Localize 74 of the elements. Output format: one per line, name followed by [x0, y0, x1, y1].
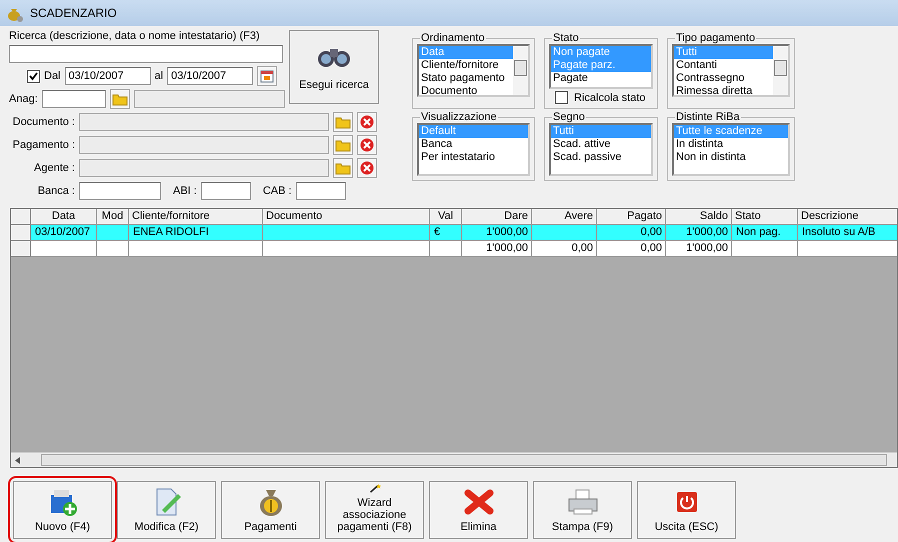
table-cell	[430, 241, 462, 257]
list-item[interactable]: Pagate	[551, 72, 651, 85]
date-from-field[interactable]: 03/10/2007	[64, 67, 151, 85]
list-item[interactable]: Rimessa diretta	[674, 85, 773, 95]
calendar-button[interactable]	[257, 66, 278, 86]
date-to-label: al	[154, 70, 164, 82]
group-title: Ordinamento	[420, 32, 486, 44]
toolbar-button[interactable]: Wizard associazione pagamenti (F8)	[325, 481, 424, 539]
clear-button[interactable]	[357, 158, 377, 178]
field-label: ABI :	[173, 184, 197, 196]
field-label: Banca :	[36, 184, 75, 196]
table-cell: 0,00	[597, 241, 666, 257]
group-title: Segno	[552, 111, 586, 123]
table-cell: 0,00	[532, 241, 597, 257]
list-item[interactable]: Contanti	[674, 59, 773, 72]
list-item[interactable]: Cliente/fornitore	[419, 59, 513, 72]
search-button[interactable]: Esegui ricerca	[289, 30, 379, 104]
list-item[interactable]: Documento	[419, 85, 513, 95]
table-cell: 1'000,00	[666, 241, 732, 257]
anag-field[interactable]	[42, 90, 106, 108]
checkbox[interactable]	[555, 91, 568, 104]
date-to-field[interactable]: 03/10/2007	[167, 67, 254, 85]
folder-button[interactable]	[333, 158, 353, 178]
row-header	[11, 241, 31, 257]
table-cell	[732, 241, 798, 257]
list-item[interactable]: Stato pagamento	[419, 72, 513, 85]
scrollbar[interactable]	[513, 46, 528, 95]
window-title: SCADENZARIO	[30, 6, 117, 20]
table-cell: 1'000,00	[462, 241, 532, 257]
toolbar-button[interactable]: Elimina	[429, 481, 528, 539]
list-item[interactable]: Scad. attive	[551, 138, 651, 151]
field-label: Documento :	[12, 116, 75, 128]
table-row[interactable]: 03/10/2007 ENEA RIDOLFI € 1'000,00 0,00 1'000,00 Non pag. Insoluto su A/B	[11, 225, 897, 241]
input-field[interactable]	[200, 182, 251, 200]
input-field[interactable]	[296, 182, 346, 200]
folder-button[interactable]	[333, 135, 353, 155]
clear-button[interactable]	[357, 112, 377, 132]
folder-button[interactable]	[110, 89, 130, 109]
toolbar-button[interactable]: Pagamenti	[221, 481, 320, 539]
left-arrow-icon[interactable]	[15, 456, 21, 464]
list-item[interactable]: Non in distinta	[674, 151, 788, 164]
group-title: Tipo pagamento	[675, 32, 756, 44]
checkbox[interactable]	[27, 70, 40, 82]
toolbar-button[interactable]: Uscita (ESC)	[637, 481, 736, 539]
toolbar-button[interactable]: Modifica (F2)	[117, 481, 216, 539]
list-item[interactable]: In distinta	[674, 138, 788, 151]
table-cell	[31, 241, 97, 257]
list-item[interactable]: Contrassegno	[674, 72, 773, 85]
checkbox-label: Ricalcola stato	[574, 92, 646, 104]
group-title: Stato	[552, 32, 580, 44]
printer-icon	[566, 487, 598, 517]
clear-button[interactable]	[357, 135, 377, 155]
search-label: Ricerca (descrizione, data o nome intestatario) (F3)	[9, 30, 261, 42]
search-field[interactable]	[9, 45, 283, 63]
field-label: Pagamento :	[12, 139, 75, 151]
field-label: CAB :	[262, 184, 292, 196]
table-row[interactable]: 1'000,00 0,00 0,00 1'000,00	[11, 241, 897, 257]
field-label: Agente :	[33, 162, 75, 174]
cross-icon	[464, 487, 494, 517]
toolbar-button[interactable]: Stampa (F9)	[533, 481, 632, 539]
row-header	[11, 225, 31, 241]
input-field[interactable]	[79, 182, 161, 200]
table-cell	[97, 241, 129, 257]
group-title: Distinte RiBa	[675, 111, 741, 123]
list-item[interactable]: Banca	[419, 138, 528, 151]
scrollbar[interactable]	[773, 46, 788, 95]
list-item[interactable]: Per intestatario	[419, 151, 528, 164]
list-item[interactable]: Scad. passive	[551, 151, 651, 164]
date-from-label: Dal	[44, 70, 61, 82]
anag-label: Anag:	[9, 93, 38, 105]
group-title: Visualizzazione	[420, 111, 498, 123]
horizontal-scrollbar[interactable]	[11, 452, 897, 467]
folder-button[interactable]	[333, 112, 353, 132]
toolbar-button[interactable]: Nuovo (F4)	[13, 481, 112, 539]
